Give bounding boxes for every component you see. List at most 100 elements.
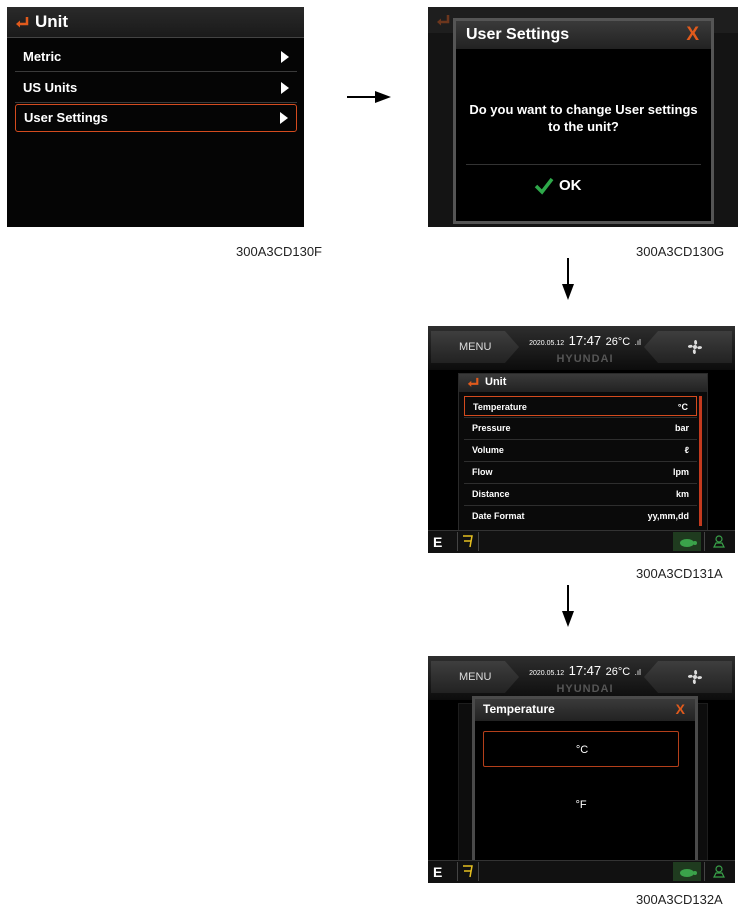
divider xyxy=(15,71,297,72)
row-value: bar xyxy=(674,423,689,433)
figure-caption-4: 300A3CD132A xyxy=(636,892,723,907)
row-volume[interactable]: Volume ℓ xyxy=(464,440,697,460)
fuel-icon xyxy=(463,535,473,548)
temperature-display: 26°C xyxy=(605,666,631,678)
auto-power-icon xyxy=(713,865,725,878)
date-display: 2020.05.12 xyxy=(529,670,565,677)
figure-caption-2: 300A3CD130G xyxy=(636,244,725,259)
row-label: Temperature xyxy=(473,402,527,412)
unit-settings-screen: MENU 2020.05.12 17:47 26°C .ıl HYUNDAI U… xyxy=(428,326,735,553)
option-celsius[interactable]: °C xyxy=(483,731,679,767)
signal-icon: .ıl xyxy=(634,338,641,347)
option-fahrenheit[interactable]: °F xyxy=(483,787,679,823)
clock-display: 2020.05.12 17:47 26°C .ıl xyxy=(524,332,646,350)
menu-item-metric[interactable]: Metric xyxy=(15,44,297,70)
signal-icon: .ıl xyxy=(634,668,641,677)
dialog-message-line2: to the unit? xyxy=(548,119,619,134)
menu-label: MENU xyxy=(459,341,492,353)
unit-menu-screen: Unit Metric US Units User Settings xyxy=(7,7,304,227)
menu-button[interactable]: MENU xyxy=(431,661,519,693)
row-flow[interactable]: Flow lpm xyxy=(464,462,697,482)
row-value: km xyxy=(675,489,689,499)
row-label: Flow xyxy=(472,467,493,477)
row-value: ℓ xyxy=(684,445,689,455)
time-display: 17:47 xyxy=(568,333,602,348)
temperature-select-screen: MENU 2020.05.12 17:47 26°C .ıl HYUNDAI T… xyxy=(428,656,735,883)
bottom-status-bar: E xyxy=(428,860,735,883)
menu-label: MENU xyxy=(459,671,492,683)
date-display: 2020.05.12 xyxy=(529,340,565,347)
time-display: 17:47 xyxy=(568,663,602,678)
fuel-gauge xyxy=(457,862,479,881)
figure-caption-1: 300A3CD130F xyxy=(236,244,322,259)
return-arrow-icon[interactable] xyxy=(467,377,479,389)
menu-item-label: Metric xyxy=(23,49,62,64)
close-button[interactable]: X xyxy=(676,701,685,717)
flow-arrow-down-icon xyxy=(562,585,574,627)
unit-header: Unit xyxy=(7,7,304,38)
brand-logo: HYUNDAI xyxy=(556,353,614,365)
chevron-right-icon xyxy=(281,82,289,94)
menu-button[interactable]: MENU xyxy=(431,331,519,363)
turtle-icon xyxy=(680,539,697,547)
close-button[interactable]: X xyxy=(686,24,699,46)
divider xyxy=(15,102,297,103)
fan-icon xyxy=(687,669,703,685)
fuel-gauge xyxy=(457,532,479,551)
auto-power-indicator xyxy=(704,532,733,551)
row-label: Date Format xyxy=(472,511,525,521)
menu-item-us-units[interactable]: US Units xyxy=(15,75,297,101)
fan-icon xyxy=(687,339,703,355)
confirm-dialog: User Settings X Do you want to change Us… xyxy=(453,18,714,224)
turtle-mode-indicator xyxy=(673,862,701,881)
status-bar: MENU 2020.05.12 17:47 26°C .ıl HYUNDAI xyxy=(428,656,735,700)
turtle-mode-indicator xyxy=(673,532,701,551)
fan-button[interactable] xyxy=(644,331,732,363)
user-settings-confirm-screen: User Settings X Do you want to change Us… xyxy=(428,7,738,227)
auto-power-indicator xyxy=(704,862,733,881)
row-value: °C xyxy=(677,402,688,412)
figure-caption-3: 300A3CD131A xyxy=(636,566,723,581)
clock-display: 2020.05.12 17:47 26°C .ıl xyxy=(524,662,646,680)
status-bar: MENU 2020.05.12 17:47 26°C .ıl HYUNDAI xyxy=(428,326,735,370)
row-date-format[interactable]: Date Format yy,mm,dd xyxy=(464,506,697,526)
temperature-display: 26°C xyxy=(605,336,631,348)
menu-item-label: User Settings xyxy=(24,110,108,125)
dialog-header: Temperature X xyxy=(475,699,695,721)
row-pressure[interactable]: Pressure bar xyxy=(464,418,697,438)
option-label: °C xyxy=(575,744,589,756)
turtle-icon xyxy=(680,869,697,877)
panel-header: Unit xyxy=(459,374,707,392)
chevron-right-icon xyxy=(281,51,289,63)
divider xyxy=(466,164,701,165)
row-value: yy,mm,dd xyxy=(647,511,689,521)
bottom-status-bar: E xyxy=(428,530,735,553)
temperature-dialog: Temperature X °C °F xyxy=(472,696,698,878)
brand-logo: HYUNDAI xyxy=(556,683,614,695)
option-label: °F xyxy=(575,799,587,811)
ok-button[interactable]: OK xyxy=(559,177,582,194)
mode-indicator: E xyxy=(433,864,443,880)
row-distance[interactable]: Distance km xyxy=(464,484,697,504)
row-label: Volume xyxy=(472,445,504,455)
mode-indicator: E xyxy=(433,534,443,550)
fuel-icon xyxy=(463,865,473,878)
flow-arrow-down-icon xyxy=(562,258,574,300)
unit-title: Unit xyxy=(35,12,69,31)
dialog-title: User Settings xyxy=(466,26,570,43)
chevron-right-icon xyxy=(280,112,288,124)
scrollbar[interactable] xyxy=(699,396,702,526)
return-arrow-icon xyxy=(437,15,450,26)
checkmark-icon xyxy=(534,177,554,195)
fan-button[interactable] xyxy=(644,661,732,693)
row-label: Pressure xyxy=(472,423,511,433)
return-arrow-icon[interactable] xyxy=(15,16,29,30)
unit-settings-panel: Unit Temperature °C Pressure bar Volume … xyxy=(458,373,708,532)
panel-title: Unit xyxy=(485,376,507,388)
row-temperature[interactable]: Temperature °C xyxy=(464,396,697,416)
dialog-title: Temperature xyxy=(483,702,555,716)
row-label: Distance xyxy=(472,489,510,499)
auto-power-icon xyxy=(713,535,725,548)
dialog-header: User Settings X xyxy=(456,21,711,49)
menu-item-user-settings[interactable]: User Settings xyxy=(15,104,297,132)
